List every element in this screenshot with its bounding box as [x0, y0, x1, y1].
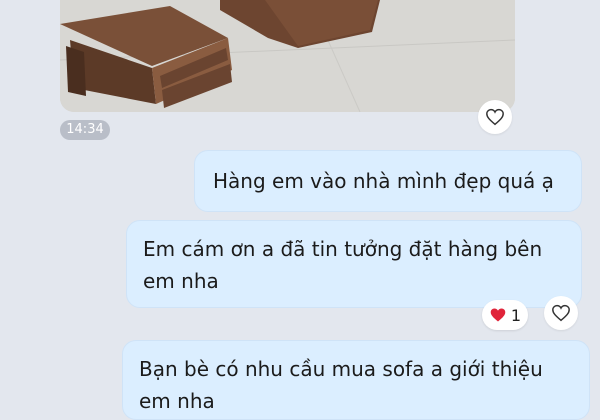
message-bubble[interactable]: Em cám ơn a đã tin tưởng đặt hàng bên em… [126, 220, 582, 308]
message-bubble[interactable]: Bạn bè có nhu cầu mua sofa a giới thiệu … [122, 340, 590, 420]
red-heart-icon [490, 308, 506, 322]
heart-outline-icon [552, 304, 570, 322]
shared-photo[interactable] [60, 0, 515, 112]
message-bubble[interactable]: Hàng em vào nhà mình đẹp quá ạ [194, 150, 582, 212]
message-text: Bạn bè có nhu cầu mua sofa a giới thiệu … [139, 357, 543, 413]
photo-furniture [60, 0, 515, 112]
message-text: Hàng em vào nhà mình đẹp quá ạ [213, 169, 554, 193]
timestamp-badge: 14:34 [60, 120, 110, 140]
like-button[interactable] [544, 296, 578, 330]
reaction-count: 1 [510, 305, 522, 325]
message-text: Em cám ơn a đã tin tưởng đặt hàng bên em… [143, 237, 543, 293]
heart-outline-icon [486, 108, 504, 126]
like-button[interactable] [478, 100, 512, 134]
reaction-badge[interactable]: 1 [482, 300, 528, 330]
